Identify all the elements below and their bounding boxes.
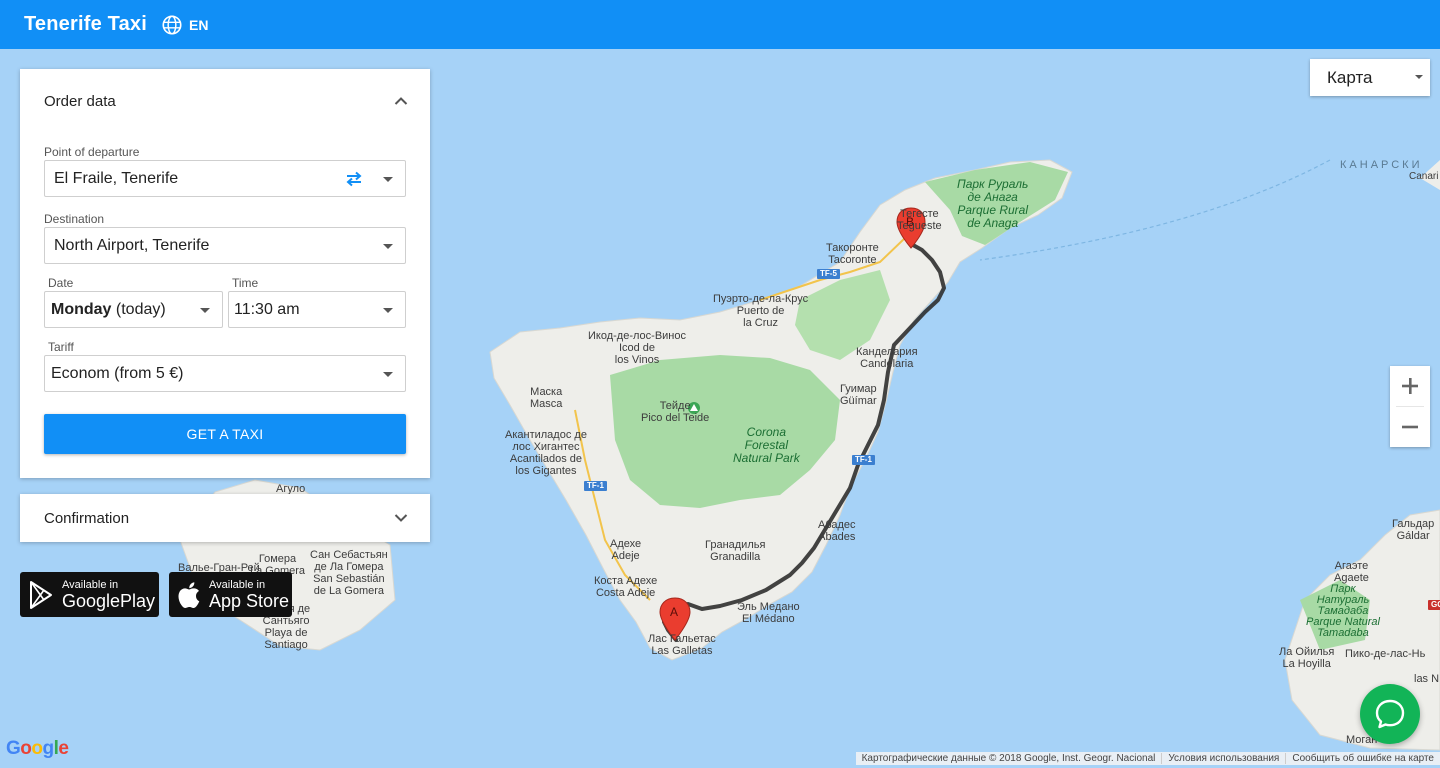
order-panel-header[interactable]: Order data [20, 69, 430, 133]
tariff-select[interactable]: Econom (from 5 €) [44, 355, 406, 392]
place-nieves-short: las N [1414, 673, 1440, 685]
apple-icon [178, 581, 200, 608]
place-canarias-ru: КАНАРСКИ [1340, 159, 1423, 171]
place-las-galletas: Лас Гальетас Las Galletas [648, 633, 716, 657]
zoom-out-button[interactable] [1390, 407, 1430, 447]
place-costa-adeje: Коста Адехе Costa Adeje [594, 575, 658, 599]
chevron-down-icon [200, 308, 210, 313]
chat-button[interactable] [1360, 684, 1420, 744]
app-store-big: App Store [209, 590, 290, 611]
globe-icon [162, 14, 182, 35]
swap-arrows-icon[interactable] [344, 170, 364, 188]
google-play-big: GooglePlay [62, 590, 156, 611]
chevron-down-icon [383, 372, 393, 377]
place-pico-nieves: Пико-де-лас-Нь [1345, 648, 1426, 660]
order-panel: Order data Point of departure El Fraile,… [20, 69, 430, 478]
chevron-down-icon [1415, 75, 1423, 79]
app-bar: Tenerife Taxi EN [0, 0, 1440, 49]
map-type-selector[interactable]: Карта [1310, 59, 1430, 96]
attribution-data: Картографические данные © 2018 Google, I… [861, 753, 1156, 764]
time-value: 11:30 am [234, 300, 300, 318]
road-tf5: TF-5 [817, 269, 840, 279]
destination-value: North Airport, Tenerife [54, 236, 210, 254]
place-icod: Икод-де-лос-Винос Icod de los Vinos [588, 330, 686, 366]
place-puerto-de-la-cruz: Пуэрто-де-ла-Крус Puerto de la Cruz [713, 293, 809, 329]
date-suffix: (today) [111, 300, 166, 318]
destination-label: Destination [44, 212, 105, 226]
date-select[interactable]: Monday (today) [44, 291, 223, 328]
terms-link[interactable]: Условия использования [1161, 753, 1285, 764]
google-play-icon [30, 580, 52, 609]
place-tegueste: Тегесте Tegueste [897, 208, 942, 232]
destination-select[interactable]: North Airport, Tenerife [44, 227, 406, 264]
place-candelaria: Канделария Candelaria [856, 346, 918, 370]
time-select[interactable]: 11:30 am [228, 291, 406, 328]
get-taxi-button[interactable]: GET A TAXI [44, 414, 406, 454]
report-error-link[interactable]: Сообщить об ошибке на карте [1285, 753, 1440, 764]
confirmation-panel: Confirmation [20, 494, 430, 542]
google-play-badge[interactable]: Available in GooglePlay [20, 572, 159, 617]
chevron-down-icon [394, 514, 408, 522]
road-gc: GC [1428, 600, 1440, 610]
tariff-value: Econom (from 5 €) [51, 364, 184, 382]
language-switcher[interactable]: EN [161, 14, 208, 36]
road-tf1-east: TF-1 [852, 455, 875, 465]
park-corona-forestal: Corona Forestal Natural Park [733, 425, 800, 465]
plus-icon [1402, 378, 1418, 394]
marker-a-label[interactable]: A [670, 606, 678, 618]
place-san-sebastian: Сан Себастьян де Ла Гомера San Sebastián… [310, 549, 388, 597]
place-guimar: Гуимар Güímar [840, 383, 877, 407]
time-label: Time [232, 276, 259, 290]
date-day: Monday [51, 300, 112, 318]
date-label: Date [48, 276, 74, 290]
chat-bubble-icon [1375, 699, 1405, 729]
place-granadilla: Гранадилья Granadilla [705, 539, 766, 563]
confirmation-panel-header[interactable]: Confirmation [20, 494, 430, 542]
place-el-medano: Эль Медано El Médano [737, 601, 800, 625]
place-abades: Абадес Abades [818, 519, 856, 543]
park-tamadaba: Парк Натураль Тамадаба Parque Natural Ta… [1306, 583, 1380, 639]
map-type-label: Карта [1327, 67, 1373, 87]
place-la-hoyilla: Ла Ойилья La Hoyilla [1279, 646, 1335, 670]
app-title[interactable]: Tenerife Taxi [24, 13, 147, 36]
language-label: EN [189, 16, 209, 33]
place-galdar: Гальдар Gáldar [1392, 518, 1435, 542]
place-teide: Тейде Pico del Teide [641, 400, 710, 424]
chevron-down-icon [383, 308, 393, 313]
map-attribution: Картографические данные © 2018 Google, I… [855, 752, 1440, 765]
google-logo[interactable]: Google [6, 738, 69, 760]
confirmation-panel-title: Confirmation [44, 509, 130, 527]
departure-value: El Fraile, Tenerife [54, 169, 179, 187]
place-tacoronte: Такоронте Tacoronte [826, 242, 879, 266]
zoom-in-button[interactable] [1390, 366, 1430, 406]
departure-select[interactable]: El Fraile, Tenerife [44, 160, 406, 197]
place-masca: Маска Masca [530, 386, 563, 410]
place-acantilados: Акантиладос де лос Хигантес Acantilados … [505, 429, 587, 477]
app-store-badge[interactable]: Available in App Store [169, 572, 292, 617]
chevron-up-icon [394, 97, 408, 105]
minus-icon [1402, 425, 1418, 429]
chevron-down-icon [383, 244, 393, 249]
departure-label: Point of departure [44, 145, 140, 159]
google-play-small: Available in [62, 578, 119, 591]
road-tf1-west: TF-1 [584, 481, 607, 491]
zoom-control [1390, 366, 1430, 447]
tariff-label: Tariff [48, 340, 74, 354]
chevron-down-icon [383, 177, 393, 182]
place-agaete: Агаэте Agaete [1334, 560, 1369, 584]
order-panel-title: Order data [44, 92, 116, 110]
place-canarias: Canari [1409, 171, 1439, 182]
place-adeje: Адехе Adeje [610, 538, 642, 562]
app-store-small: Available in [209, 578, 266, 591]
park-anaga: Парк Рураль де Анага Parque Rural de Ana… [957, 177, 1029, 230]
